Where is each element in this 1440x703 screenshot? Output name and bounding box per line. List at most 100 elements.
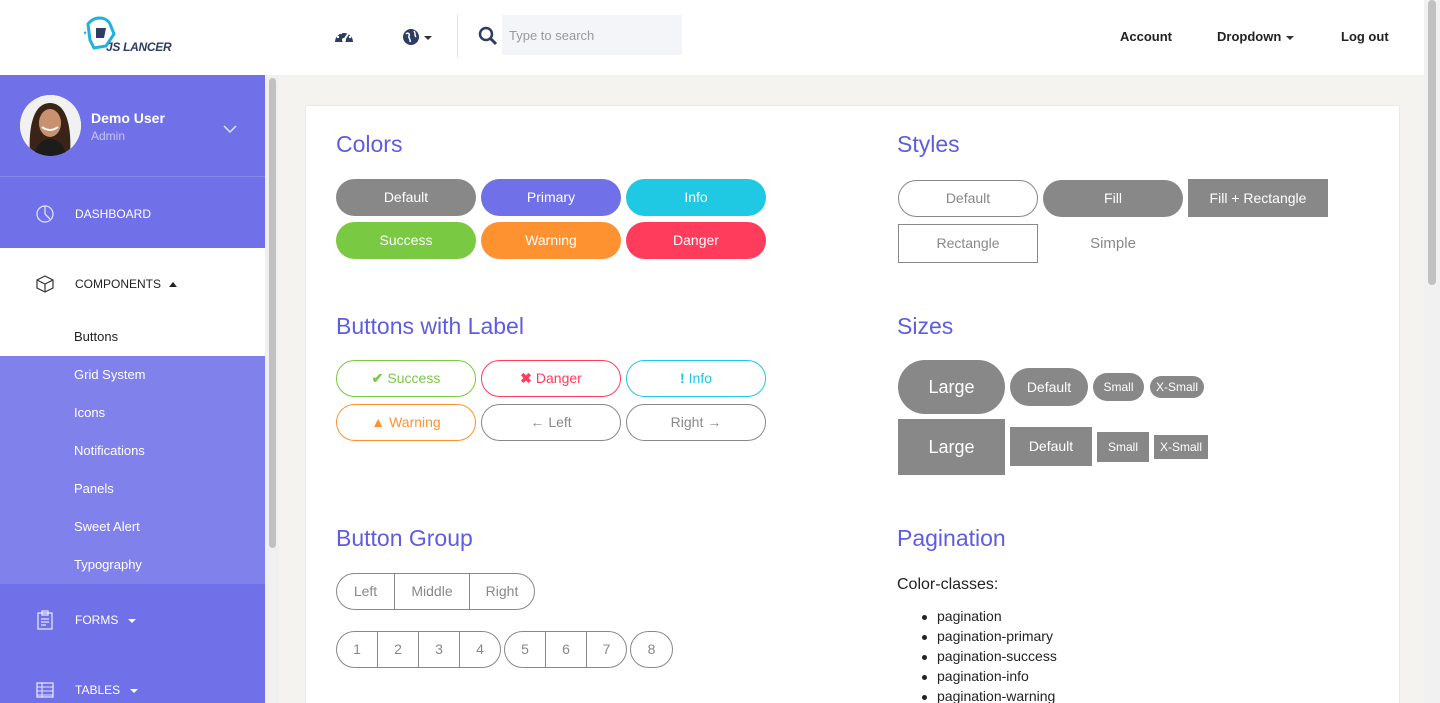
sidebar-subitem-panels[interactable]: Panels	[0, 470, 265, 508]
nav-dropdown-link[interactable]: Dropdown	[1217, 29, 1295, 44]
group-middle-button[interactable]: Middle	[395, 574, 470, 609]
sidebar-subitem-label: Panels	[74, 481, 114, 496]
sidebar-subitem-notifications[interactable]: Notifications	[0, 432, 265, 470]
style-simple-button[interactable]: Simple	[1043, 225, 1183, 262]
success-button[interactable]: Success	[336, 222, 476, 259]
exclamation-icon: !	[679, 370, 685, 386]
size-small-rect-button[interactable]: Small	[1097, 432, 1149, 462]
button-group-numbers-2: 5 6 7	[504, 631, 627, 668]
globe-language-icon[interactable]	[402, 26, 434, 48]
label-danger-button[interactable]: ✖ Danger	[481, 360, 621, 397]
danger-button[interactable]: Danger	[626, 222, 766, 259]
list-item: pagination-info	[922, 668, 1057, 688]
label-info-button[interactable]: ! Info	[626, 360, 766, 397]
group-number-button[interactable]: 1	[337, 632, 378, 667]
sidebar-subitem-label: Icons	[74, 405, 106, 420]
sidebar-item-dashboard[interactable]: DASHBOARD	[0, 178, 265, 248]
nav-logout-link[interactable]: Log out	[1341, 29, 1389, 44]
warning-icon: ▲	[371, 414, 386, 430]
sidebar-item-components[interactable]: COMPONENTS	[0, 248, 265, 318]
sidebar-subitem-buttons[interactable]: Buttons	[0, 318, 265, 356]
size-large-rect-button[interactable]: Large	[898, 419, 1005, 475]
user-name: Demo User	[91, 110, 165, 126]
button-group-numbers-3: 8	[630, 631, 673, 668]
times-icon: ✖	[520, 370, 532, 386]
list-item: pagination-primary	[922, 628, 1057, 648]
sidebar-subitem-label: Grid System	[74, 367, 146, 382]
group-number-button[interactable]: 6	[546, 632, 587, 667]
sidebar-components-text: COMPONENTS	[75, 277, 162, 291]
size-xsmall-rect-button[interactable]: X-Small	[1154, 435, 1208, 459]
button-label: Success	[387, 370, 441, 386]
sidebar-subitem-typography[interactable]: Typography	[0, 546, 265, 584]
section-title-button-group: Button Group	[336, 525, 473, 551]
clipboard-icon	[35, 610, 55, 630]
label-success-button[interactable]: ✔ Success	[336, 360, 476, 397]
list-item: pagination-warning	[922, 688, 1057, 703]
section-title-styles: Styles	[897, 131, 960, 157]
sidebar-subitem-grid-system[interactable]: Grid System	[0, 356, 265, 394]
search-input[interactable]	[502, 15, 682, 55]
group-number-button[interactable]: 7	[587, 632, 626, 667]
sidebar-item-tables[interactable]: TABLES	[0, 654, 265, 703]
page-scrollbar-thumb[interactable]	[1428, 0, 1436, 285]
cube-icon	[35, 274, 55, 294]
default-button[interactable]: Default	[336, 179, 476, 216]
group-number-button[interactable]: 5	[505, 632, 546, 667]
arrow-left-icon: ←	[530, 414, 545, 430]
pagination-class-list: pagination pagination-primary pagination…	[922, 608, 1057, 703]
label-left-button[interactable]: ← Left	[481, 404, 621, 441]
caret-down-icon	[128, 618, 137, 623]
dashboard-gauge-icon[interactable]	[333, 26, 355, 48]
style-fill-rectangle-button[interactable]: Fill + Rectangle	[1188, 179, 1328, 217]
button-label: Left	[548, 414, 572, 430]
avatar	[20, 95, 81, 156]
section-title-sizes: Sizes	[897, 313, 954, 339]
group-number-button[interactable]: 2	[378, 632, 419, 667]
section-title-buttons-with-label: Buttons with Label	[336, 313, 524, 339]
style-default-button[interactable]: Default	[898, 180, 1038, 217]
size-default-rect-button[interactable]: Default	[1010, 427, 1092, 466]
sidebar-item-forms[interactable]: FORMS	[0, 584, 265, 654]
button-group-numbers-1: 1 2 3 4	[336, 631, 501, 668]
group-number-button[interactable]: 4	[460, 632, 500, 667]
group-right-button[interactable]: Right	[470, 574, 534, 609]
size-xsmall-round-button[interactable]: X-Small	[1150, 376, 1204, 398]
sidebar-scrollbar-thumb[interactable]	[269, 78, 276, 548]
group-number-button[interactable]: 3	[419, 632, 460, 667]
search-icon[interactable]	[478, 26, 498, 46]
table-icon	[35, 680, 55, 700]
label-warning-button[interactable]: ▲ Warning	[336, 404, 476, 441]
sidebar-item-label: COMPONENTS	[75, 277, 178, 291]
caret-down-icon	[130, 688, 139, 693]
style-rectangle-button[interactable]: Rectangle	[898, 224, 1038, 263]
size-small-round-button[interactable]: Small	[1093, 373, 1144, 401]
group-number-button[interactable]: 8	[631, 632, 672, 667]
pagination-subtitle: Color-classes:	[897, 576, 999, 593]
caret-up-icon	[169, 282, 178, 288]
sidebar-subitem-label: Notifications	[74, 443, 145, 458]
user-panel[interactable]: Demo User Admin	[0, 75, 265, 177]
warning-button[interactable]: Warning	[481, 222, 621, 259]
size-large-round-button[interactable]: Large	[898, 360, 1005, 414]
sidebar-subitem-sweet-alert[interactable]: Sweet Alert	[0, 508, 265, 546]
button-group-lmr: Left Middle Right	[336, 573, 535, 610]
dashboard-icon	[35, 204, 55, 224]
sidebar-subitem-icons[interactable]: Icons	[0, 394, 265, 432]
style-fill-button[interactable]: Fill	[1043, 180, 1183, 217]
primary-button[interactable]: Primary	[481, 179, 621, 216]
size-default-round-button[interactable]: Default	[1010, 368, 1088, 406]
list-item: pagination	[922, 608, 1057, 628]
section-title-colors: Colors	[336, 131, 403, 157]
info-button[interactable]: Info	[626, 179, 766, 216]
sidebar-item-label: TABLES	[75, 683, 139, 697]
label-right-button[interactable]: Right →	[626, 404, 766, 441]
sidebar-item-label: FORMS	[75, 613, 137, 627]
group-left-button[interactable]: Left	[337, 574, 395, 609]
button-label: Warning	[389, 414, 441, 430]
nav-account-link[interactable]: Account	[1120, 29, 1172, 44]
sidebar-subitem-label: Sweet Alert	[74, 519, 140, 534]
chevron-down-icon[interactable]	[222, 121, 238, 134]
arrow-right-icon: →	[707, 414, 722, 430]
sidebar: Demo User Admin DASHBOARD COMPONENTS But…	[0, 75, 265, 703]
